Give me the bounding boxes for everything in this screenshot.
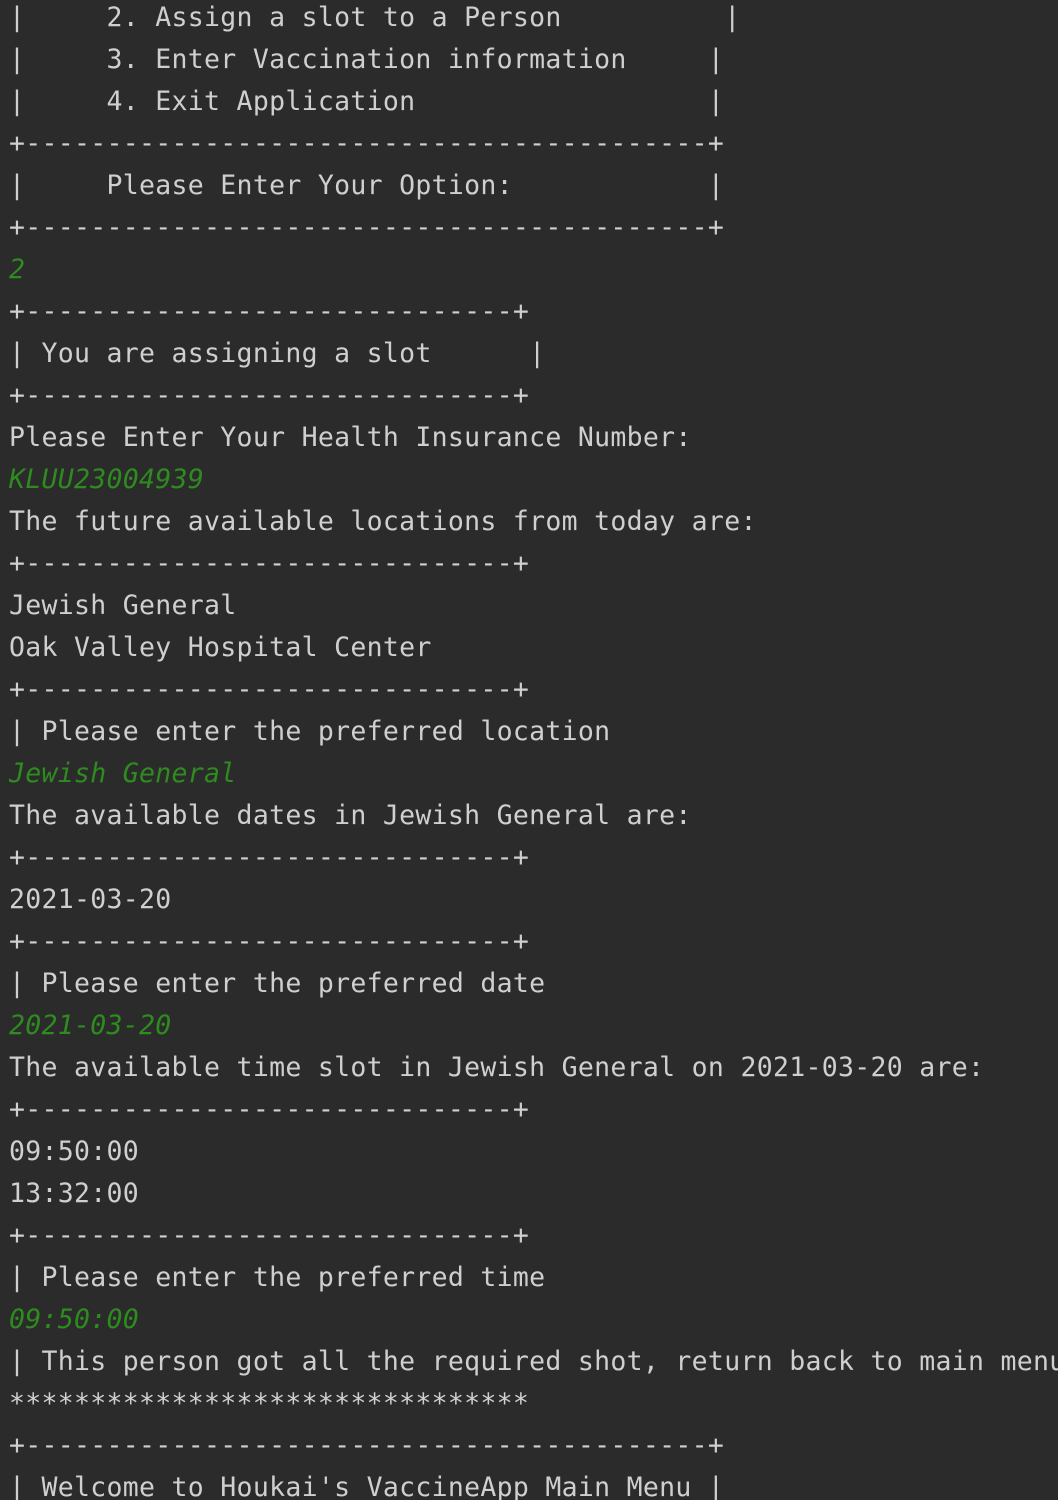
section-border: +------------------------------+ (9, 926, 530, 957)
health-insurance-prompt: Please Enter Your Health Insurance Numbe… (9, 422, 692, 453)
menu-border: +---------------------------------------… (9, 128, 725, 159)
section-border: +------------------------------+ (9, 380, 530, 411)
time-prompt: | Please enter the preferred time (9, 1262, 546, 1293)
section-header: | You are assigning a slot | (9, 338, 546, 369)
menu-option-exit: | 4. Exit Application | (9, 86, 725, 117)
location-item: Oak Valley Hospital Center (9, 632, 432, 663)
menu-border: +---------------------------------------… (9, 212, 725, 243)
user-input-location: Jewish General (9, 758, 237, 789)
separator-stars: ******************************** (9, 1388, 530, 1419)
location-item: Jewish General (9, 590, 237, 621)
menu-option-enter-vaccination: | 3. Enter Vaccination information | (9, 44, 725, 75)
location-prompt: | Please enter the preferred location (9, 716, 611, 747)
section-border: +------------------------------+ (9, 1220, 530, 1251)
locations-heading: The future available locations from toda… (9, 506, 757, 537)
menu-border: +---------------------------------------… (9, 1430, 725, 1461)
date-item: 2021-03-20 (9, 884, 172, 915)
section-border: +------------------------------+ (9, 842, 530, 873)
section-border: +------------------------------+ (9, 296, 530, 327)
time-slot-item: 13:32:00 (9, 1178, 140, 1209)
console-output[interactable]: | 2. Assign a slot to a Person | | 3. En… (9, 0, 1058, 1500)
section-border: +------------------------------+ (9, 1094, 530, 1125)
menu-option-assign-slot: | 2. Assign a slot to a Person | (9, 2, 741, 33)
user-input-date: 2021-03-20 (9, 1010, 172, 1041)
time-slot-item: 09:50:00 (9, 1136, 140, 1167)
section-border: +------------------------------+ (9, 674, 530, 705)
user-input-option: 2 (9, 254, 26, 285)
user-input-time: 09:50:00 (9, 1304, 140, 1335)
user-input-health-number: KLUU23004939 (9, 464, 205, 495)
time-slots-heading: The available time slot in Jewish Genera… (9, 1052, 985, 1083)
section-border: +------------------------------+ (9, 548, 530, 579)
main-menu-title: | Welcome to Houkai's VaccineApp Main Me… (9, 1472, 725, 1500)
status-message: | This person got all the required shot,… (9, 1346, 1058, 1377)
dates-heading: The available dates in Jewish General ar… (9, 800, 692, 831)
option-prompt: | Please Enter Your Option: | (9, 170, 725, 201)
date-prompt: | Please enter the preferred date (9, 968, 546, 999)
